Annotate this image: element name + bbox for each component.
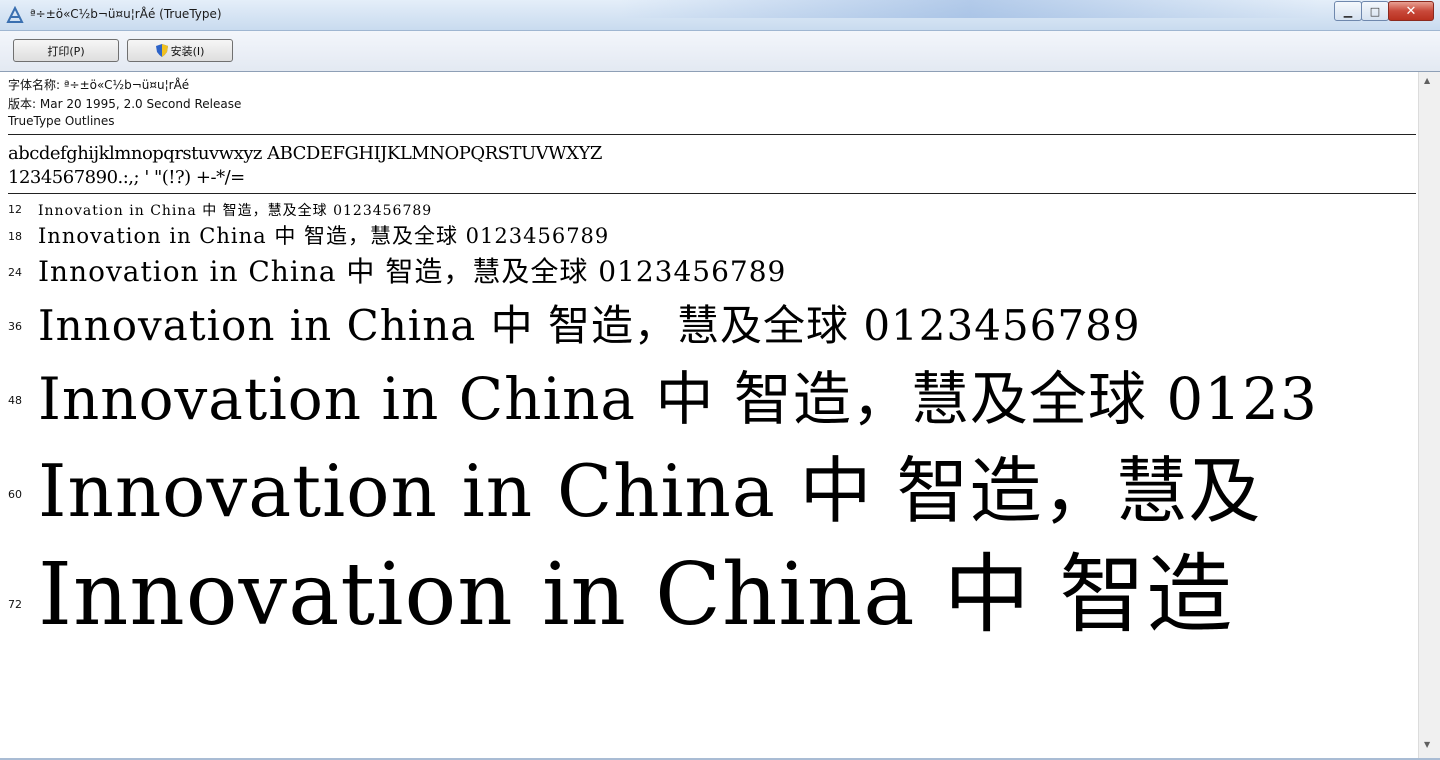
background-window-strip bbox=[620, 0, 1320, 18]
font-preview-area[interactable]: 字体名称: ª÷±ö«C½b¬ü¤u¦rÅé 版本: Mar 20 1995, … bbox=[0, 72, 1418, 758]
window-title: ª÷±ö«C½b¬ü¤u¦rÅé (TrueType) bbox=[30, 7, 222, 21]
install-button-label: 安装(I) bbox=[170, 44, 205, 58]
font-name-line: 字体名称: ª÷±ö«C½b¬ü¤u¦rÅé bbox=[8, 78, 190, 92]
sample-row-48: 48 Innovation in China 中 智造，慧及全球 0123 bbox=[0, 352, 1418, 433]
sample-size-label: 48 bbox=[8, 394, 22, 407]
sample-text: Innovation in China 中 智造，慧及全球 0123456789 bbox=[38, 224, 610, 248]
sample-text: Innovation in China 中 智造，慧及全球 0123456789 bbox=[38, 301, 1141, 350]
divider-top bbox=[8, 134, 1416, 135]
print-button[interactable]: 打印(P) bbox=[13, 39, 119, 62]
sample-size-label: 36 bbox=[8, 320, 22, 333]
sample-size-label: 72 bbox=[8, 598, 22, 611]
sample-row-36: 36 Innovation in China 中 智造，慧及全球 0123456… bbox=[0, 292, 1418, 350]
print-button-label: 打印(P) bbox=[47, 44, 85, 58]
minimize-button[interactable]: ▁ bbox=[1334, 1, 1362, 21]
sample-size-label: 12 bbox=[8, 203, 22, 216]
divider-bottom bbox=[8, 193, 1416, 194]
charset-digits-symbols: 1234567890.:,; ' "(!?) +-*/= bbox=[8, 167, 245, 188]
scroll-down-arrow-icon[interactable]: ▼ bbox=[1424, 740, 1430, 749]
sample-size-label: 60 bbox=[8, 488, 22, 501]
font-viewer-icon bbox=[6, 6, 24, 23]
sample-size-label: 24 bbox=[8, 266, 22, 279]
sample-text: Innovation in China 中 智造，慧及全球 0123456789 bbox=[38, 255, 787, 288]
sample-row-72: 72 Innovation in China 中 智造 bbox=[0, 524, 1418, 645]
sample-text: Innovation in China 中 智造，慧及 bbox=[38, 449, 1262, 533]
vertical-scrollbar[interactable]: ▲ ▼ bbox=[1418, 72, 1440, 758]
sample-row-18: 18 Innovation in China 中 智造，慧及全球 0123456… bbox=[0, 220, 1418, 248]
sample-row-60: 60 Innovation in China 中 智造，慧及 bbox=[0, 432, 1418, 533]
sample-text: Innovation in China 中 智造，慧及全球 0123456789 bbox=[38, 203, 433, 219]
sample-size-label: 18 bbox=[8, 230, 22, 243]
sample-text: Innovation in China 中 智造，慧及全球 0123 bbox=[38, 365, 1318, 433]
font-version-line: 版本: Mar 20 1995, 2.0 Second Release bbox=[8, 97, 242, 111]
install-button[interactable]: 安装(I) bbox=[127, 39, 233, 62]
close-button[interactable]: ✕ bbox=[1388, 1, 1434, 21]
sample-text: Innovation in China 中 智造 bbox=[38, 545, 1234, 645]
scroll-up-arrow-icon[interactable]: ▲ bbox=[1424, 76, 1430, 85]
sample-row-24: 24 Innovation in China 中 智造，慧及全球 0123456… bbox=[0, 250, 1418, 288]
sample-row-12: 12 Innovation in China 中 智造，慧及全球 0123456… bbox=[0, 200, 1418, 220]
title-bar[interactable]: ª÷±ö«C½b¬ü¤u¦rÅé (TrueType) ▁ □ ✕ bbox=[0, 0, 1440, 31]
font-type-line: TrueType Outlines bbox=[8, 114, 115, 128]
maximize-button[interactable]: □ bbox=[1361, 1, 1389, 21]
uac-shield-icon bbox=[155, 44, 168, 57]
toolbar: 打印(P) 安装(I) bbox=[0, 31, 1440, 72]
window-controls: ▁ □ ✕ bbox=[1334, 1, 1434, 21]
charset-letters: abcdefghijklmnopqrstuvwxyz ABCDEFGHIJKLM… bbox=[8, 143, 602, 164]
